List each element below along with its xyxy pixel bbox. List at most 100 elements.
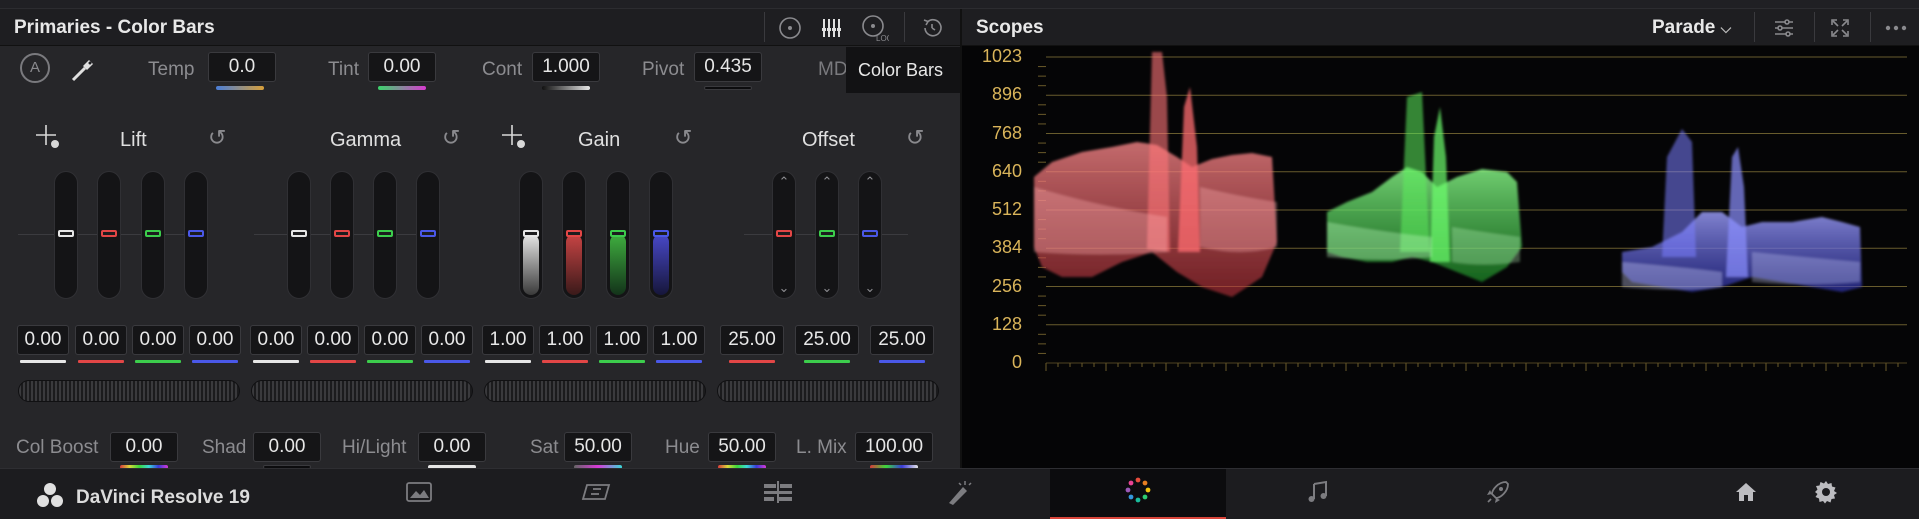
offset-red-bar[interactable]: ⌃ ⌄ [772,171,796,299]
gain-green-bar[interactable] [606,171,630,299]
bar-knob[interactable] [58,230,74,237]
more-options-icon[interactable] [1876,12,1916,44]
bar-knob[interactable] [610,230,626,237]
gain-reset-icon[interactable]: ↺ [674,125,692,151]
lift-master-wheel[interactable] [18,380,240,402]
bar-knob[interactable] [377,230,393,237]
gain-master-value[interactable]: 1.00 [482,325,534,355]
gamma-red-bar[interactable] [330,171,354,299]
header-divider [764,12,765,42]
offset-green-bar[interactable]: ⌃ ⌄ [815,171,839,299]
temp-field[interactable]: 0.0 [208,52,276,82]
gamma-master-bar[interactable] [287,171,311,299]
gain-master-wheel[interactable] [484,380,706,402]
lift-blue-bar[interactable] [184,171,208,299]
chevron-down-icon[interactable]: ⌄ [773,280,795,296]
sat-field[interactable]: 50.00 [564,432,632,462]
scopes-header: Scopes Parade ⌵ [962,9,1919,46]
gamma-master-value[interactable]: 0.00 [250,325,302,355]
hue-field[interactable]: 50.00 [708,432,776,462]
lift-red-value[interactable]: 0.00 [75,325,127,355]
temp-slider[interactable] [216,86,264,90]
expand-icon[interactable] [1820,12,1860,44]
lift-reset-icon[interactable]: ↺ [208,125,226,151]
gamma-blue-value[interactable]: 0.00 [421,325,473,355]
tint-field[interactable]: 0.00 [368,52,436,82]
bar-knob[interactable] [291,230,307,237]
contrast-slider[interactable] [542,86,590,90]
media-page-button[interactable] [331,469,507,519]
lift-green-bar[interactable] [141,171,165,299]
cut-page-button[interactable] [510,469,686,519]
chevron-down-icon[interactable]: ⌄ [816,280,838,296]
bar-knob[interactable] [101,230,117,237]
bar-knob[interactable] [566,230,582,237]
col-boost-field[interactable]: 0.00 [110,432,178,462]
shad-field[interactable]: 0.00 [253,432,321,462]
brand: DaVinci Resolve 19 [36,482,250,514]
sliders-icon[interactable] [1764,12,1804,44]
fusion-page-button[interactable] [870,469,1046,519]
gain-green-value[interactable]: 1.00 [596,325,648,355]
gamma-reset-icon[interactable]: ↺ [442,125,460,151]
log-wheel-icon[interactable]: LOG [854,12,894,44]
scope-mode-select[interactable]: Parade ⌵ [1652,17,1731,39]
contrast-field[interactable]: 1.000 [532,52,600,82]
offset-green-value[interactable]: 25.00 [795,325,859,355]
tint-slider[interactable] [378,86,426,90]
offset-blue-bar[interactable]: ⌃ ⌄ [858,171,882,299]
hilight-field[interactable]: 0.00 [418,432,486,462]
gamma-green-bar[interactable] [373,171,397,299]
bar-knob[interactable] [420,230,436,237]
chevron-up-icon[interactable]: ⌃ [816,174,838,190]
crosshair-picker-icon[interactable] [500,123,528,158]
edit-page-button[interactable] [690,469,866,519]
target-icon[interactable] [770,12,810,44]
gamma-master-wheel[interactable] [251,380,473,402]
bars-icon[interactable] [812,12,852,44]
pivot-field[interactable]: 0.435 [694,52,762,82]
lift-green-value[interactable]: 0.00 [132,325,184,355]
bar-knob[interactable] [862,230,878,237]
bar-knob[interactable] [653,230,669,237]
gamma-green-value[interactable]: 0.00 [364,325,416,355]
gain-red-value[interactable]: 1.00 [539,325,591,355]
lift-master-bar[interactable] [54,171,78,299]
offset-blue-value[interactable]: 25.00 [870,325,934,355]
history-icon[interactable] [912,12,952,44]
bar-knob[interactable] [523,230,539,237]
gamma-red-value[interactable]: 0.00 [307,325,359,355]
tooltip: Color Bars [846,47,960,93]
bar-knob[interactable] [819,230,835,237]
lmix-field[interactable]: 100.00 [855,432,933,462]
gain-red-bar[interactable] [562,171,586,299]
bar-knob[interactable] [776,230,792,237]
bar-knob[interactable] [145,230,161,237]
eyedropper-icon[interactable] [68,55,98,90]
gain-blue-value[interactable]: 1.00 [653,325,705,355]
bar-fill [566,234,582,295]
crosshair-picker-icon[interactable] [34,123,62,158]
color-page-button[interactable] [1050,469,1226,519]
chevron-up-icon[interactable]: ⌃ [859,174,881,190]
chevron-down-icon[interactable]: ⌄ [859,280,881,296]
lift-red-bar[interactable] [97,171,121,299]
gain-blue-bar[interactable] [649,171,673,299]
settings-button[interactable] [1786,469,1866,519]
auto-balance-button[interactable]: A [20,53,50,83]
bar-fill [610,234,626,295]
bar-knob[interactable] [188,230,204,237]
offset-master-wheel[interactable] [717,380,939,402]
home-button[interactable] [1706,469,1786,519]
deliver-page-button[interactable] [1410,469,1586,519]
lift-master-value[interactable]: 0.00 [17,325,69,355]
fairlight-page-button[interactable] [1230,469,1406,519]
offset-red-value[interactable]: 25.00 [720,325,784,355]
bar-knob[interactable] [334,230,350,237]
lift-blue-value[interactable]: 0.00 [189,325,241,355]
gain-master-bar[interactable] [519,171,543,299]
chevron-up-icon[interactable]: ⌃ [773,174,795,190]
gamma-blue-bar[interactable] [416,171,440,299]
offset-reset-icon[interactable]: ↺ [906,125,924,151]
pivot-slider[interactable] [704,86,752,90]
